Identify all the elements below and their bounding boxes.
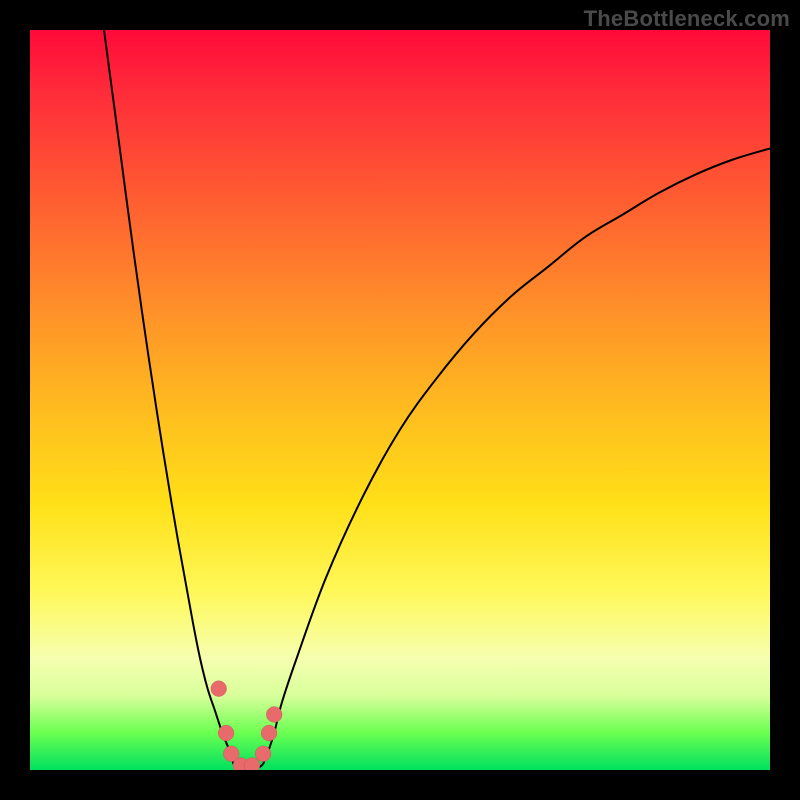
plot-area [30,30,770,770]
data-marker [261,725,277,741]
data-marker [255,746,271,762]
data-marker [211,681,227,697]
curve-left-branch [104,30,234,764]
outer-frame: TheBottleneck.com [0,0,800,800]
data-marker [218,725,234,741]
data-marker [266,707,282,723]
curve-layer [30,30,770,770]
watermark-text: TheBottleneck.com [584,6,790,32]
marker-group [211,681,283,770]
curve-right-branch [263,148,770,764]
